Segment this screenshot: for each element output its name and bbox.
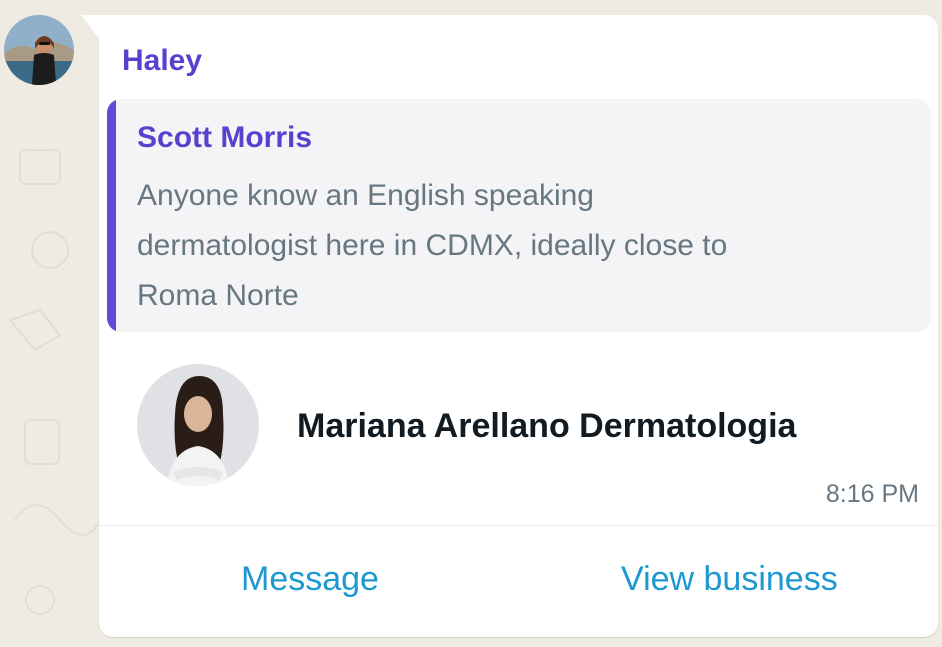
contact-photo: [137, 364, 259, 486]
message-button[interactable]: Message: [241, 560, 379, 599]
card-divider: [99, 525, 938, 526]
contact-avatar[interactable]: [137, 364, 259, 486]
sender-name[interactable]: Haley: [122, 44, 202, 78]
avatar-photo: [4, 15, 74, 85]
bubble-tail: [81, 15, 101, 41]
message-timestamp: 8:16 PM: [825, 480, 919, 508]
quoted-message[interactable]: Scott Morris Anyone know an English spea…: [107, 99, 931, 332]
quote-accent-bar: [107, 99, 116, 332]
sender-avatar[interactable]: [4, 15, 74, 85]
quoted-text: Anyone know an English speaking dermatol…: [137, 179, 728, 312]
quoted-author: Scott Morris: [137, 121, 313, 154]
contact-name: Mariana Arellano Dermatologia: [297, 407, 797, 445]
message-bubble: Haley Scott Morris Anyone know an Englis…: [81, 15, 938, 637]
view-business-button[interactable]: View business: [621, 560, 838, 599]
